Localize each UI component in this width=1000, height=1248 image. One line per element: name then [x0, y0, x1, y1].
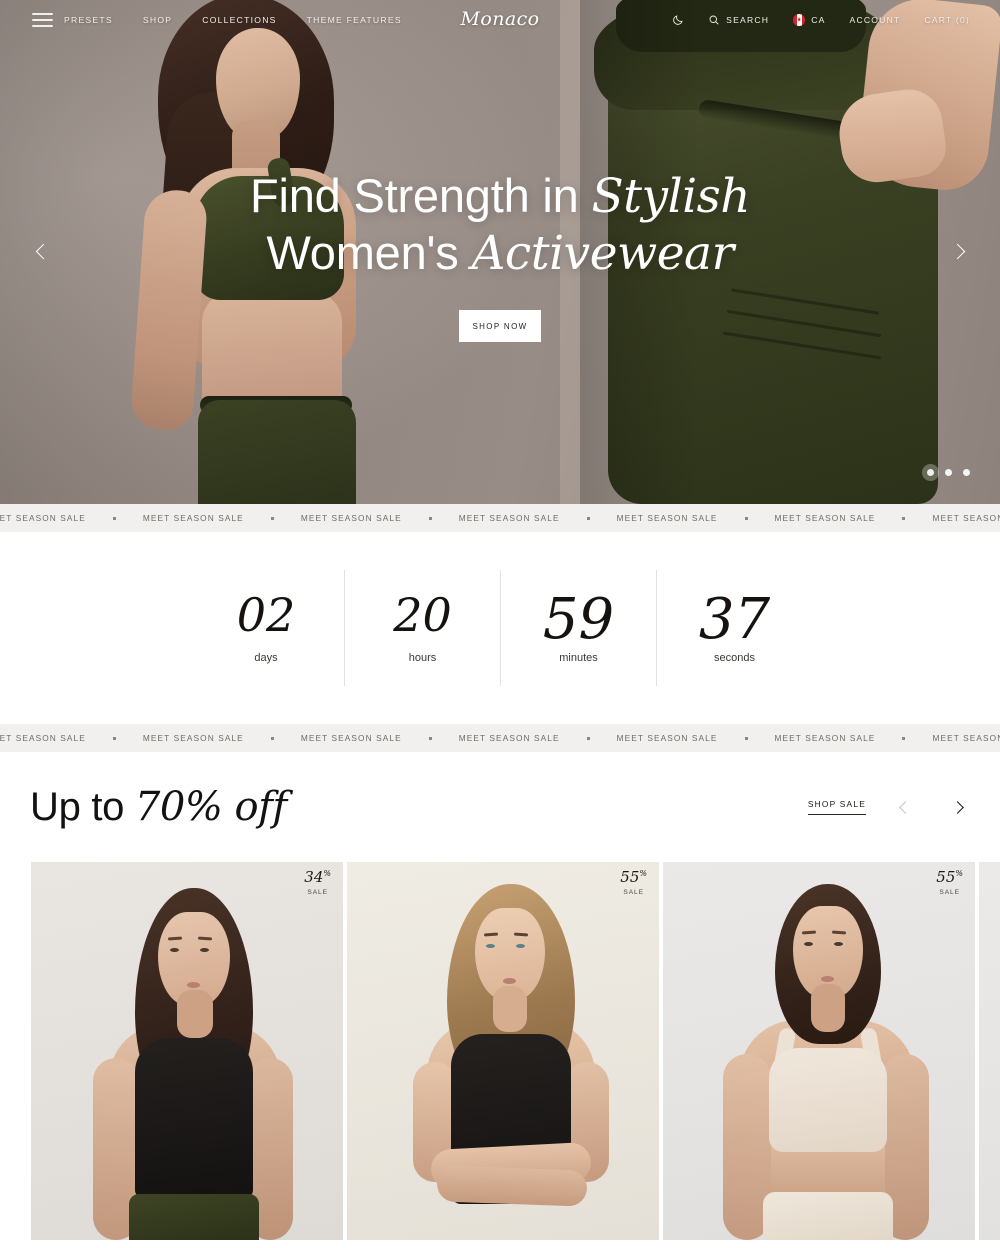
- countdown-days-label: days: [254, 652, 278, 664]
- account-link[interactable]: ACCOUNT: [850, 15, 901, 25]
- marquee-item: MEET SEASON SALE: [774, 733, 876, 743]
- product-discount-value: 55%: [936, 868, 963, 886]
- sale-title-italic: 70% off: [134, 784, 287, 830]
- hero-dot-2[interactable]: [945, 469, 952, 476]
- marquee-track: MEET SEASON SALE MEET SEASON SALE MEET SEA…: [0, 513, 1000, 523]
- hero-headline-line1-italic: Stylish: [591, 169, 751, 224]
- hero-headline: Find Strength in Stylish Women's Activew…: [0, 168, 1000, 282]
- product-discount-badge: 55% SALE: [620, 868, 647, 897]
- marquee-item: MEET SEASON SALE: [300, 513, 402, 523]
- canada-flag-icon: [793, 14, 806, 26]
- marquee-separator-icon: [112, 736, 116, 740]
- marquee-item: MEET SEASON SALE: [616, 513, 718, 523]
- hero-headline-line2-italic: Activewear: [471, 226, 734, 281]
- countdown-seconds-value: 37: [698, 587, 771, 652]
- chevron-right-icon: [949, 243, 965, 259]
- chevron-right-icon: [950, 800, 964, 814]
- product-discount-value: 55%: [620, 868, 647, 886]
- product-card-partial[interactable]: [979, 862, 1000, 1240]
- countdown-hours-value: 20: [393, 588, 452, 642]
- shop-sale-link[interactable]: SHOP SALE: [807, 799, 866, 815]
- product-sale-label: SALE: [939, 889, 960, 896]
- sale-section-title: Up to 70% off: [30, 784, 287, 830]
- sale-prev-button[interactable]: [892, 794, 918, 820]
- marquee-item: MEET SEASON SALE: [142, 733, 244, 743]
- hero-headline-line2-plain: Women's: [266, 226, 472, 279]
- hero-dot-3[interactable]: [963, 469, 970, 476]
- marquee-item: MEET SEASON SALE: [0, 513, 86, 523]
- hero-next-button[interactable]: [942, 236, 972, 266]
- marquee-item: MEET SEASON SALE: [142, 513, 244, 523]
- marquee-item: MEET SEASON SALE: [458, 733, 560, 743]
- sale-title-plain: Up to: [30, 785, 135, 829]
- product-discount-badge: 55% SALE: [936, 868, 963, 897]
- sale-section-controls: SHOP SALE: [807, 794, 970, 820]
- hero-shop-now-button[interactable]: SHOP NOW: [459, 310, 541, 342]
- marquee-banner-top: MEET SEASON SALE MEET SEASON SALE MEET SEA…: [0, 504, 1000, 532]
- marquee-item: MEET SEASON SALE: [932, 513, 1000, 523]
- chevron-left-icon: [35, 243, 51, 259]
- product-discount-value: 34%: [304, 868, 331, 886]
- marquee-item: MEET SEASON SALE: [0, 733, 86, 743]
- hero-prev-button[interactable]: [28, 236, 58, 266]
- hero-headline-line1-plain: Find Strength in: [249, 169, 592, 222]
- countdown-days-value: 02: [236, 588, 296, 642]
- marquee-track: MEET SEASON SALE MEET SEASON SALE MEET SEA…: [0, 733, 1000, 743]
- marquee-item: MEET SEASON SALE: [458, 513, 560, 523]
- marquee-item: MEET SEASON SALE: [616, 733, 718, 743]
- hero-banner: PRESETS SHOP COLLECTIONS THEME FEATURES …: [0, 0, 1000, 504]
- locale-selector[interactable]: CA: [793, 14, 825, 26]
- product-sale-label: SALE: [623, 889, 644, 896]
- site-header: PRESETS SHOP COLLECTIONS THEME FEATURES …: [0, 0, 1000, 40]
- sale-section-header: Up to 70% off SHOP SALE: [0, 752, 1000, 862]
- countdown-seconds-label: seconds: [714, 652, 755, 664]
- countdown-unit-days: 02 days: [188, 570, 344, 686]
- marquee-separator-icon: [428, 736, 432, 740]
- countdown-hours-label: hours: [408, 652, 437, 664]
- hero-slide-dots: [927, 469, 970, 476]
- countdown-minutes-value: 59: [542, 587, 615, 652]
- marquee-banner-bottom: MEET SEASON SALE MEET SEASON SALE MEET SEA…: [0, 724, 1000, 752]
- sale-product-carousel[interactable]: 34% SALE 55% SALE 55% SALE: [0, 862, 1000, 1240]
- countdown-timer: 02 days 20 hours 59 minutes 37 seconds: [0, 532, 1000, 724]
- sale-next-button[interactable]: [944, 794, 970, 820]
- product-discount-badge: 34% SALE: [304, 868, 331, 897]
- search-icon: [709, 15, 719, 25]
- marquee-separator-icon: [586, 736, 590, 740]
- marquee-separator-icon: [428, 516, 432, 520]
- product-card[interactable]: 55% SALE: [347, 862, 659, 1240]
- marquee-separator-icon: [586, 516, 590, 520]
- marquee-item: MEET SEASON SALE: [932, 733, 1000, 743]
- hero-dot-1[interactable]: [927, 469, 934, 476]
- product-sale-label: SALE: [307, 889, 328, 896]
- product-card[interactable]: 55% SALE: [663, 862, 975, 1240]
- marquee-separator-icon: [744, 516, 748, 520]
- marquee-separator-icon: [270, 516, 274, 520]
- search-button[interactable]: SEARCH: [708, 14, 769, 26]
- marquee-separator-icon: [902, 736, 906, 740]
- locale-label: CA: [811, 15, 826, 25]
- moon-icon: [673, 15, 683, 25]
- countdown-unit-seconds: 37 seconds: [656, 570, 812, 686]
- marquee-separator-icon: [744, 736, 748, 740]
- search-label: SEARCH: [726, 15, 770, 25]
- dark-mode-toggle[interactable]: [672, 14, 684, 26]
- marquee-item: MEET SEASON SALE: [774, 513, 876, 523]
- page-root: PRESETS SHOP COLLECTIONS THEME FEATURES …: [0, 0, 1000, 1248]
- marquee-item: MEET SEASON SALE: [300, 733, 402, 743]
- countdown-minutes-label: minutes: [559, 652, 598, 664]
- marquee-separator-icon: [902, 516, 906, 520]
- hero-content: Find Strength in Stylish Women's Activew…: [0, 168, 1000, 342]
- product-card[interactable]: 34% SALE: [31, 862, 343, 1240]
- cart-link[interactable]: CART (0): [924, 15, 970, 25]
- marquee-separator-icon: [270, 736, 274, 740]
- utility-navigation: SEARCH CA ACCOUNT CART (0): [672, 0, 970, 40]
- countdown-unit-hours: 20 hours: [344, 570, 500, 686]
- countdown-unit-minutes: 59 minutes: [500, 570, 656, 686]
- chevron-left-icon: [898, 800, 912, 814]
- marquee-separator-icon: [112, 516, 116, 520]
